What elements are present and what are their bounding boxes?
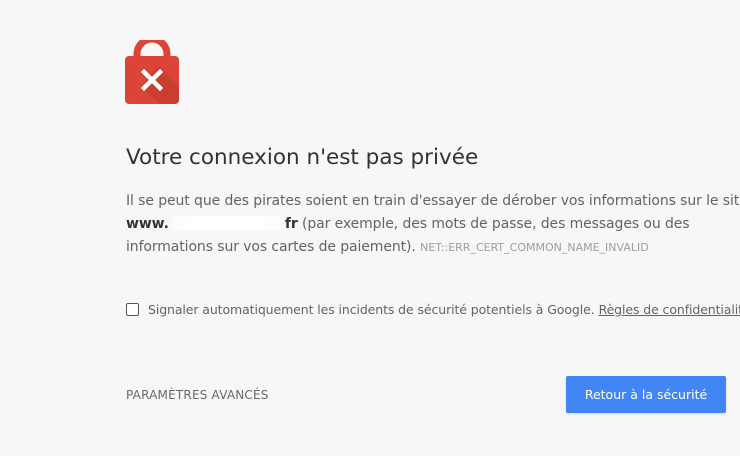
- report-label[interactable]: Signaler automatiquement les incidents d…: [148, 302, 595, 317]
- message-line-1: Il se peut que des pirates soient en tra…: [126, 193, 740, 209]
- message-line-3-text: informations sur vos cartes de paiement)…: [126, 239, 416, 255]
- main-message: Il se peut que des pirates soient en tra…: [126, 190, 740, 259]
- site-domain: www. fr: [126, 216, 298, 232]
- page-title: Votre connexion n'est pas privée: [126, 145, 479, 170]
- message-line-2-rest: (par exemple, des mots de passe, des mes…: [297, 216, 690, 232]
- advanced-settings-button[interactable]: PARAMÈTRES AVANCÉS: [126, 388, 269, 402]
- domain-suffix: fr: [284, 216, 298, 232]
- error-code[interactable]: NET::ERR_CERT_COMMON_NAME_INVALID: [420, 241, 649, 254]
- back-to-safety-button[interactable]: Retour à la sécurité: [566, 376, 726, 413]
- domain-prefix: www.: [126, 216, 169, 232]
- interstitial-page: Votre connexion n'est pas privée Il se p…: [0, 0, 740, 456]
- message-line-2: www. fr (par exemple, des mots de passe, …: [126, 213, 726, 236]
- report-checkbox[interactable]: [126, 303, 139, 316]
- report-option: Signaler automatiquement les incidents d…: [126, 302, 740, 317]
- red-lock-x-icon: [125, 40, 179, 104]
- privacy-policy-link[interactable]: Règles de confidentialité: [599, 302, 740, 317]
- domain-redaction: [170, 216, 283, 230]
- message-line-3: informations sur vos cartes de paiement)…: [126, 236, 726, 259]
